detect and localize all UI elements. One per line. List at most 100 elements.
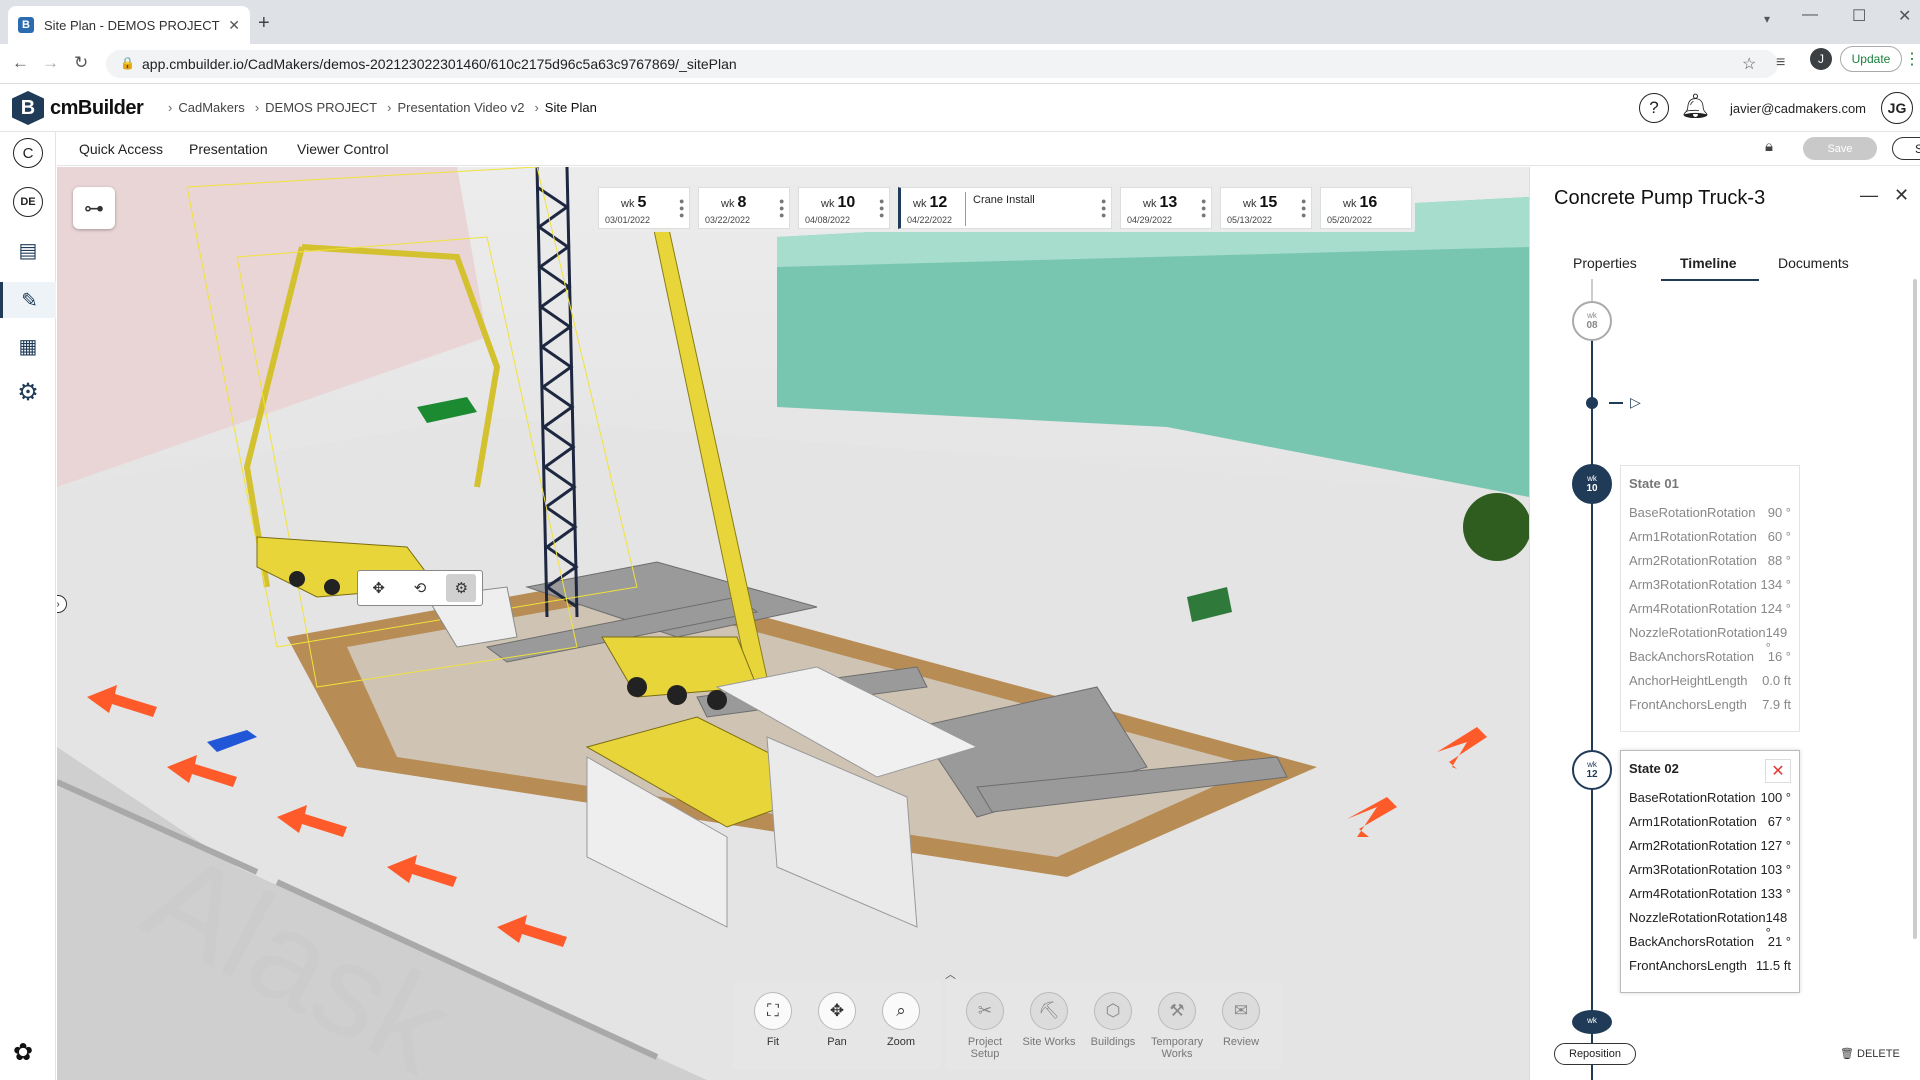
sidebar-project-button[interactable]: DE	[13, 187, 43, 217]
browser-menu-icon[interactable]: ⋮	[1904, 49, 1920, 69]
save-button[interactable]: Save	[1803, 137, 1877, 160]
timeline-connector	[1609, 402, 1623, 404]
state-row: Arm1RotationRotation 60 °	[1629, 529, 1791, 544]
close-window-icon[interactable]: ✕	[1898, 6, 1911, 26]
week-card[interactable]: wk 13 04/29/2022 ● ● ●	[1120, 187, 1212, 229]
tab-documents[interactable]: Documents	[1778, 255, 1849, 271]
lock-icon: 🔒	[120, 56, 135, 70]
browser-tab[interactable]: B Site Plan - DEMOS PROJECT | cm ✕	[8, 6, 250, 44]
state-card-selected[interactable]: State 02 ✕ BaseRotationRotation 100 ° Arm…	[1620, 750, 1800, 993]
week-card-selected[interactable]: wk 12 04/22/2022 Crane Install ● ● ●	[898, 187, 1112, 229]
week-number: 16	[1359, 194, 1378, 211]
site-scene-render[interactable]: Alask	[57, 167, 1529, 1080]
timeline-week-marker[interactable]: wk 08	[1572, 301, 1612, 341]
breadcrumb-item[interactable]: CadMakers	[178, 100, 244, 115]
week-drag-handle-icon[interactable]: ● ● ●	[1301, 197, 1306, 220]
browser-profile-avatar[interactable]: J	[1810, 48, 1832, 70]
week-selector: wk 5 03/01/2022 ● ● ● wk 8 03/22/2022 ● ● ● wk…	[595, 184, 1415, 232]
minimize-window-icon[interactable]: —	[1802, 6, 1818, 24]
week-card[interactable]: wk 5 03/01/2022 ● ● ●	[598, 187, 690, 229]
site-works-button[interactable]: ⛏ Site Works	[1017, 992, 1081, 1070]
forward-icon[interactable]: →	[42, 53, 59, 73]
close-tab-icon[interactable]: ✕	[228, 17, 240, 34]
app-logo[interactable]: B cmBuilder	[12, 91, 144, 125]
user-avatar[interactable]: JG	[1881, 92, 1913, 124]
help-icon[interactable]: ?	[1639, 93, 1669, 123]
scene-tree-button[interactable]: ⊶	[73, 187, 115, 229]
week-card[interactable]: wk 15 05/13/2022 ● ● ●	[1220, 187, 1312, 229]
sidebar-company-button[interactable]: C	[13, 138, 43, 168]
sidebar-schedule-icon[interactable]: ▦	[10, 328, 46, 364]
move-icon[interactable]: ✥	[364, 574, 394, 602]
week-card[interactable]: wk 8 03/22/2022 ● ● ●	[698, 187, 790, 229]
tab-properties[interactable]: Properties	[1573, 255, 1637, 271]
back-icon[interactable]: ←	[12, 53, 29, 73]
3d-viewport[interactable]: Alask ⊶ › wk5 03/01/2022 ●●● wk8 03/22/2…	[57, 167, 1529, 1080]
animate-parts-icon[interactable]: ⚙	[446, 574, 477, 602]
panel-title: Concrete Pump Truck-3	[1554, 187, 1766, 209]
temporary-works-button[interactable]: ⚒ Temporary Works	[1145, 992, 1209, 1070]
menu-quick-access[interactable]: Quick Access	[79, 141, 163, 157]
sidebar-settings-gear-icon[interactable]: ⚙	[10, 374, 46, 410]
panel-scrollbar[interactable]	[1913, 279, 1917, 939]
pan-button[interactable]: ✥ Pan	[805, 992, 869, 1070]
reading-list-icon[interactable]: ≡	[1776, 54, 1785, 72]
reload-icon[interactable]: ↻	[74, 53, 88, 73]
notifications-bell-icon[interactable]: 🔔︎	[1680, 92, 1710, 121]
flag-icon[interactable]: ▷	[1630, 394, 1641, 411]
buildings-button[interactable]: ⬡ Buildings	[1081, 992, 1145, 1070]
sidebar-apps-icon[interactable]: ✿	[13, 1038, 33, 1067]
chevron-right-icon: ›	[57, 599, 60, 610]
timeline-week-marker[interactable]: wk	[1572, 1010, 1612, 1034]
zoom-label: Zoom	[886, 1036, 916, 1048]
week-prefix: wk	[913, 198, 927, 210]
brand-name: cmBuilder	[50, 96, 144, 119]
maximize-window-icon[interactable]: ☐	[1852, 6, 1866, 26]
bookmark-star-icon[interactable]: ☆	[1742, 54, 1756, 74]
sidebar-site-plan-icon[interactable]: ✎	[0, 282, 56, 318]
week-card[interactable]: wk 16 05/20/2022	[1320, 187, 1412, 229]
delete-state-icon[interactable]: ✕	[1765, 759, 1791, 783]
rotate-3d-icon[interactable]: ⟲	[405, 574, 435, 602]
project-setup-button[interactable]: ✂ Project Setup	[953, 992, 1017, 1070]
menu-presentation[interactable]: Presentation	[189, 141, 268, 157]
timeline-week-marker[interactable]: wk 12	[1572, 750, 1612, 790]
app-header: B cmBuilder › CadMakers › DEMOS PROJECT …	[0, 84, 1920, 132]
fit-button[interactable]: ⛶ Fit	[741, 992, 805, 1070]
review-button[interactable]: ✉ Review	[1209, 992, 1273, 1070]
site-works-icon: ⛏	[1030, 992, 1068, 1030]
delete-button[interactable]: 🗑︎ DELETE	[1840, 1047, 1900, 1060]
state-row: Arm3RotationRotation 103 °	[1629, 862, 1791, 877]
state-row: BaseRotationRotation 100 °	[1629, 790, 1791, 805]
breadcrumb-separator-icon: ›	[168, 100, 173, 115]
breadcrumb-item[interactable]: DEMOS PROJECT	[265, 100, 377, 115]
lock-icon[interactable]: 🔒︎	[1765, 138, 1773, 155]
week-card[interactable]: wk 10 04/08/2022 ● ● ●	[798, 187, 890, 229]
browser-update-button[interactable]: Update	[1840, 46, 1902, 72]
timeline-week-marker[interactable]: wk 10	[1572, 464, 1612, 504]
week-drag-handle-icon[interactable]: ● ● ●	[1201, 197, 1206, 220]
url-field[interactable]: 🔒 app.cmbuilder.io/CadMakers/demos-20212…	[106, 50, 1778, 78]
week-drag-handle-icon[interactable]: ● ● ●	[1101, 197, 1106, 220]
breadcrumb-item[interactable]: Presentation Video v2	[397, 100, 524, 115]
share-button[interactable]: Share	[1892, 137, 1920, 160]
tab-search-icon[interactable]: ▾	[1764, 12, 1770, 26]
pan-label: Pan	[827, 1036, 847, 1048]
new-tab-icon[interactable]: +	[258, 12, 270, 35]
close-panel-icon[interactable]: ✕	[1894, 185, 1909, 206]
week-drag-handle-icon[interactable]: ● ● ●	[679, 197, 684, 220]
week-number: 15	[1259, 194, 1278, 211]
tab-timeline[interactable]: Timeline	[1680, 255, 1737, 271]
zoom-button[interactable]: ⌕ Zoom	[869, 992, 933, 1070]
sidebar-documents-icon[interactable]: ▤	[10, 232, 46, 268]
browser-addressbar: ← → ↻ 🔒 app.cmbuilder.io/CadMakers/demos…	[0, 44, 1920, 84]
week-drag-handle-icon[interactable]: ● ● ●	[879, 197, 884, 220]
week-drag-handle-icon[interactable]: ● ● ●	[779, 197, 784, 220]
timeline-keyframe-dot[interactable]	[1586, 397, 1598, 409]
state-row: Arm2RotationRotation 127 °	[1629, 838, 1791, 853]
state-card[interactable]: State 01 BaseRotationRotation 90 ° Arm1Ro…	[1620, 465, 1800, 732]
transform-gizmo-toolbar: ✥ ⟲ ⚙	[357, 570, 483, 606]
minimize-panel-icon[interactable]: —	[1860, 185, 1878, 206]
reposition-button[interactable]: Reposition	[1554, 1043, 1636, 1065]
menu-viewer-control[interactable]: Viewer Control	[297, 141, 389, 157]
